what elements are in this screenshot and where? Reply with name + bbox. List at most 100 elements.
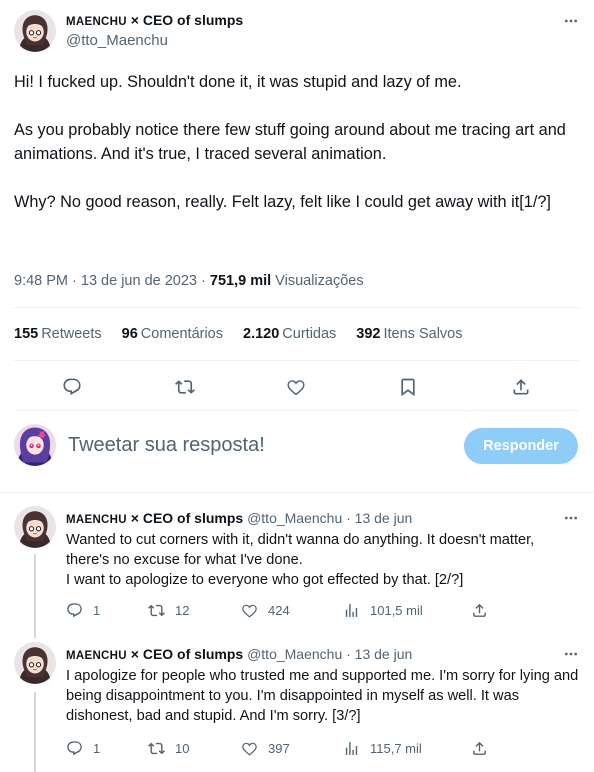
reply-views-button[interactable]: 115,7 mil <box>343 737 422 759</box>
divider <box>14 360 580 361</box>
saves-label: Itens Salvos <box>383 326 463 342</box>
more-icon <box>563 646 579 662</box>
more-icon <box>563 13 579 29</box>
reply-avatar[interactable] <box>14 642 56 684</box>
retweets-count: 155 <box>14 326 39 342</box>
tweet-action-bar <box>0 372 594 402</box>
retweets-label: Retweets <box>41 326 102 342</box>
reply-submit-button[interactable]: Responder <box>464 428 578 464</box>
author-name-rest: × CEO of slumps <box>126 12 244 28</box>
like-count: 397 <box>268 740 290 756</box>
reply-icon <box>62 377 82 397</box>
thread-line <box>34 554 36 638</box>
tweet-paragraph-2: As you probably notice there few stuff g… <box>14 121 566 163</box>
reply-author-name-first: MAENCHU <box>66 514 127 526</box>
comments-label: Comentários <box>140 326 223 342</box>
tweet-meta: 9:48 PM · 13 de jun de 2023 · 751,9 mil … <box>14 273 364 289</box>
share-button[interactable] <box>506 372 536 402</box>
author-handle[interactable]: @tto_Maenchu <box>66 32 243 49</box>
retweet-button[interactable] <box>170 372 200 402</box>
stat-saves[interactable]: 392 Itens Salvos <box>356 326 462 342</box>
views-count: 101,5 mil <box>370 602 423 618</box>
reply-handle-date[interactable]: @tto_Maenchu · 13 de jun <box>243 510 412 526</box>
reply-share-button[interactable] <box>471 737 488 759</box>
share-icon <box>471 740 488 757</box>
like-icon <box>286 377 306 397</box>
likes-count: 2.120 <box>243 326 280 342</box>
likes-label: Curtidas <box>282 326 337 342</box>
reply-icon <box>66 602 83 619</box>
reply-reply-button[interactable]: 1 <box>66 599 100 621</box>
reply-action-bar: 1 10 397 115,7 mil <box>0 737 594 759</box>
stat-retweets[interactable]: 155 Retweets <box>14 326 102 342</box>
retweet-count: 10 <box>175 740 190 756</box>
reply-handle-date[interactable]: @tto_Maenchu · 13 de jun <box>243 646 412 662</box>
tweet-paragraph-1: Hi! I fucked up. Shouldn't done it, it w… <box>14 73 462 91</box>
stat-comments[interactable]: 96 Comentários <box>122 326 223 342</box>
author-avatar[interactable] <box>14 10 56 52</box>
views-count: 115,7 mil <box>370 740 422 756</box>
reply-header: MAENCHU × CEO of slumps @tto_Maenchu · 1… <box>66 646 412 662</box>
more-icon <box>563 510 579 526</box>
reply-icon <box>66 740 83 757</box>
tweet-text: Hi! I fucked up. Shouldn't done it, it w… <box>14 70 574 238</box>
reply-avatar-image <box>14 506 56 548</box>
tweet-stats: 155 Retweets 96 Comentários 2.120 Curtidas … <box>14 326 463 342</box>
reply-reply-button[interactable]: 1 <box>66 737 100 759</box>
reply-more-button[interactable] <box>560 643 582 665</box>
reply-like-button[interactable]: 397 <box>241 737 290 759</box>
user-avatar[interactable] <box>14 424 56 466</box>
views-count: 751,9 mil <box>209 273 272 289</box>
retweet-icon <box>175 377 195 397</box>
reply-author-name[interactable]: MAENCHU × CEO of slumps <box>66 646 243 662</box>
bookmark-button[interactable] <box>393 372 423 402</box>
reply-views-button[interactable]: 101,5 mil <box>343 599 423 621</box>
reply-count: 1 <box>93 740 101 756</box>
reply-button[interactable] <box>57 372 87 402</box>
like-icon <box>241 602 258 619</box>
user-avatar-image <box>14 424 56 466</box>
retweet-count: 12 <box>175 602 190 618</box>
reply-avatar-image <box>14 642 56 684</box>
views-label: Visualizações <box>271 273 364 289</box>
reply-retweet-button[interactable]: 12 <box>148 599 189 621</box>
reply-more-button[interactable] <box>560 507 582 529</box>
author-avatar-image <box>14 10 56 52</box>
share-icon <box>471 602 488 619</box>
reply-author-name[interactable]: MAENCHU × CEO of slumps <box>66 510 243 526</box>
reply-author-name-rest: × CEO of slumps <box>126 646 244 662</box>
saves-count: 392 <box>356 326 381 342</box>
like-button[interactable] <box>281 372 311 402</box>
views-icon <box>343 740 360 757</box>
tweet-timestamp[interactable]: 9:48 PM · 13 de jun de 2023 · <box>14 273 210 289</box>
reply-header: MAENCHU × CEO of slumps @tto_Maenchu · 1… <box>66 510 412 526</box>
comments-count: 96 <box>121 326 138 342</box>
author-name[interactable]: MAENCHU × CEO of slumps <box>66 12 243 28</box>
divider <box>14 307 580 308</box>
views-icon <box>343 602 360 619</box>
reply-author-name-first: MAENCHU <box>66 650 127 662</box>
tweet-more-button[interactable] <box>560 10 582 32</box>
reply-share-button[interactable] <box>471 599 488 621</box>
author-name-first: MAENCHU <box>66 16 127 28</box>
like-icon <box>241 740 258 757</box>
retweet-icon <box>148 602 165 619</box>
reply-text: I apologize for people who trusted me an… <box>66 668 579 724</box>
reply-avatar[interactable] <box>14 506 56 548</box>
reply-author-name-rest: × CEO of slumps <box>126 510 244 526</box>
reply-retweet-button[interactable]: 10 <box>148 737 189 759</box>
reply-input[interactable]: Tweetar sua resposta! <box>68 434 265 457</box>
bookmark-icon <box>398 377 418 397</box>
retweet-icon <box>148 740 165 757</box>
reply-action-bar: 1 12 424 101,5 mil <box>0 599 594 621</box>
reply-like-button[interactable]: 424 <box>241 599 290 621</box>
stat-likes[interactable]: 2.120 Curtidas <box>243 326 336 342</box>
divider <box>0 492 594 493</box>
like-count: 424 <box>268 602 290 618</box>
tweet-author-block: MAENCHU × CEO of slumps @tto_Maenchu <box>66 12 243 49</box>
share-icon <box>511 377 531 397</box>
thread-line <box>34 692 36 772</box>
divider <box>14 410 580 411</box>
tweet-paragraph-3: Why? No good reason, really. Felt lazy, … <box>14 193 551 211</box>
reply-text: Wanted to cut corners with it, didn't wa… <box>66 532 535 588</box>
